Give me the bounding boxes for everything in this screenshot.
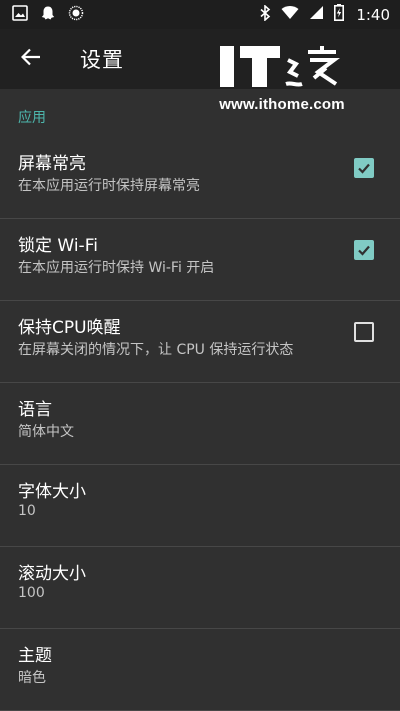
setting-language[interactable]: 语言 简体中文 [0,383,400,465]
settings-list: 应用 屏幕常亮 在本应用运行时保持屏幕常亮 锁定 Wi-Fi 在本应用运行时保持… [0,89,400,711]
setting-title: 保持CPU唤醒 [18,318,121,338]
image-icon [12,4,28,25]
setting-subtitle: 在屏幕关闭的情况下，让 CPU 保持运行状态 [18,342,294,358]
keep-screen-on-checkbox[interactable] [354,158,374,178]
section-header-app: 应用 [18,110,46,126]
signal-icon [309,5,324,24]
setting-scroll-size[interactable]: 滚动大小 100 [0,547,400,629]
status-right: 1:40 [259,3,390,25]
back-button[interactable] [0,29,62,89]
setting-theme[interactable]: 主题 暗色 [0,629,400,711]
wifi-icon [281,5,299,24]
keep-cpu-awake-checkbox[interactable] [354,322,374,342]
circle-icon [68,5,84,25]
setting-font-size[interactable]: 字体大小 10 [0,465,400,547]
setting-title: 字体大小 [18,482,86,502]
screen: 1:40 设置 www.ithome.com 应用 屏幕常亮 在本应用运行时保持… [0,0,400,711]
setting-subtitle: 在本应用运行时保持 Wi-Fi 开启 [18,260,215,276]
setting-title: 锁定 Wi-Fi [18,236,98,256]
page-title: 设置 [80,48,124,72]
setting-title: 语言 [18,400,52,420]
setting-lock-wifi[interactable]: 锁定 Wi-Fi 在本应用运行时保持 Wi-Fi 开启 [0,219,400,301]
setting-keep-screen-on[interactable]: 屏幕常亮 在本应用运行时保持屏幕常亮 [0,137,400,219]
setting-value: 100 [18,585,45,601]
arrow-left-icon [20,48,41,70]
status-time: 1:40 [356,5,390,24]
ithome-logo-icon [220,46,340,87]
setting-value: 10 [18,503,36,519]
status-left [12,4,84,25]
setting-title: 滚动大小 [18,564,86,584]
setting-value: 暗色 [18,670,46,686]
setting-keep-cpu-awake[interactable]: 保持CPU唤醒 在屏幕关闭的情况下，让 CPU 保持运行状态 [0,301,400,383]
checkmark-icon [358,163,370,174]
bluetooth-icon [259,3,271,25]
setting-title: 屏幕常亮 [18,154,86,174]
checkmark-icon [358,245,370,256]
setting-value: 简体中文 [18,424,74,440]
battery-charging-icon [334,4,345,25]
lock-wifi-checkbox[interactable] [354,240,374,260]
setting-subtitle: 在本应用运行时保持屏幕常亮 [18,178,200,194]
status-bar: 1:40 [0,0,400,29]
setting-title: 主题 [18,646,52,666]
ghost-icon [40,5,56,25]
